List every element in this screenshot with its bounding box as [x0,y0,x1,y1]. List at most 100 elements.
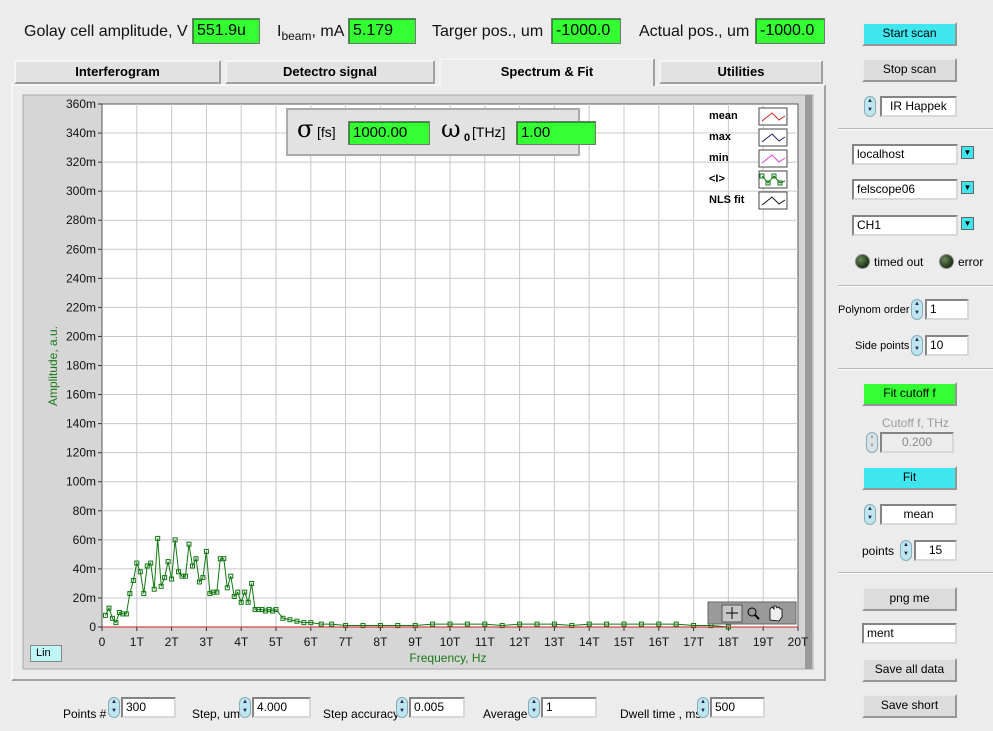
cutoff-field[interactable]: 0.200 [880,432,954,453]
x-tick-label: 6T [304,635,319,649]
y-tick-label: 200m [66,329,96,343]
legend-swatch [758,191,788,210]
fit-cutoff-button[interactable]: Fit cutoff f [862,382,957,406]
side-points-spinner[interactable]: ▲ ▼ [911,335,923,356]
fit-button[interactable]: Fit [862,466,957,490]
x-tick-label: 18T [718,635,739,649]
fit-mode-spinner[interactable]: ▲ ▼ [864,504,876,525]
sigma-value[interactable]: 1000.00 [348,121,430,145]
average-field[interactable]: 1 [541,697,597,718]
omega-symbol: ω [441,115,461,143]
x-tick-label: 0 [99,635,106,649]
step-field[interactable]: 4.000 [252,697,311,718]
y-tick-label: 320m [66,155,96,169]
average-label: Average [483,707,528,721]
separator [838,368,993,370]
y-tick-label: 160m [66,388,96,402]
save-short-button[interactable]: Save short [862,694,957,718]
spectrum-chart[interactable]: 0 20m 40m 60m 80m 100m 120m 140m 160m 180m 200m 220… [0,0,993,731]
x-tick-label: 16T [648,635,669,649]
source-spinner[interactable]: ▲ ▼ [864,96,876,117]
x-tick-label: 17T [683,635,704,649]
comment-field[interactable]: ment [862,623,957,644]
x-tick-label: 20T [788,635,809,649]
save-all-button[interactable]: Save all data [862,658,957,682]
dwell-time-spinner[interactable]: ▲ ▼ [697,697,709,718]
channel-dropdown-icon[interactable]: ▼ [961,217,974,230]
host-dropdown-icon[interactable]: ▼ [961,146,974,159]
omega-subscript: 0 [464,132,471,144]
omega-unit: [THz] [472,124,506,140]
side-points-field[interactable]: 10 [925,335,969,356]
points-count-label: Points # [63,707,107,721]
y-tick-label: 340m [66,126,96,140]
scope-dropdown-icon[interactable]: ▼ [961,181,974,194]
average-spinner[interactable]: ▲ ▼ [528,697,540,718]
y-tick-label: 0 [89,620,96,634]
x-tick-label: 9T [408,635,423,649]
start-scan-button[interactable]: Start scan [862,22,957,46]
y-tick-label: 240m [66,271,96,285]
dwell-time-field[interactable]: 500 [710,697,765,718]
graph-palette [707,601,797,625]
y-tick-label: 120m [66,446,96,460]
fit-mode-field[interactable]: mean [880,504,957,525]
y-tick-label: 260m [66,242,96,256]
x-tick-label: 14T [579,635,600,649]
png-button[interactable]: png me [862,587,957,611]
y-axis-label: Amplitude, a.u. [46,326,60,406]
x-tick-label: 1T [130,635,145,649]
legend-swatch [758,128,788,147]
y-tick-label: 360m [66,97,96,111]
tab-spectrum-fit[interactable]: Spectrum & Fit [439,58,655,86]
x-tick-label: 15T [614,635,635,649]
host-select[interactable]: localhost [852,144,958,165]
step-accuracy-label: Step accuracy [323,707,400,721]
cutoff-spinner[interactable]: ▲ ▼ [866,432,878,453]
scope-select[interactable]: felscope06 [852,179,958,200]
error-led [939,254,954,269]
sigma-symbol: σ [297,115,314,143]
step-accuracy-field[interactable]: 0.005 [409,697,465,718]
points-field[interactable]: 15 [914,540,957,561]
x-tick-label: 7T [339,635,354,649]
error-label: error [958,255,984,269]
polynom-order-field[interactable]: 1 [925,299,969,320]
channel-select[interactable]: CH1 [852,215,958,236]
stop-scan-button[interactable]: Stop scan [862,58,957,82]
points-count-field[interactable]: 300 [121,697,176,718]
legend-swatch [758,107,788,126]
step-spinner[interactable]: ▲ ▼ [239,697,251,718]
legend-label-intensity: <I> [709,173,725,185]
points-count-spinner[interactable]: ▲ ▼ [108,697,120,718]
points-spinner[interactable]: ▲ ▼ [900,540,912,561]
x-tick-label: 11T [475,635,495,649]
legend-label-max: max [709,131,732,143]
legend-swatch [758,149,788,168]
y-tick-label: 220m [66,300,96,314]
x-tick-label: 4T [234,635,249,649]
y-tick-label: 100m [66,475,96,489]
x-tick-label: 10T [440,635,461,649]
legend-label-min: min [709,152,729,164]
timed-out-label: timed out [874,255,924,269]
source-field[interactable]: IR Happek [880,96,957,117]
x-tick-label: 8T [373,635,388,649]
y-tick-label: 280m [66,213,96,227]
y-tick-label: 40m [73,562,96,576]
separator [838,128,993,130]
chart-frame-shadow [805,95,812,669]
polynom-order-spinner[interactable]: ▲ ▼ [911,299,923,320]
omega-value[interactable]: 1.00 [516,121,596,145]
y-tick-label: 20m [73,591,96,605]
cutoff-label: Cutoff f, THz [882,416,949,430]
scale-toggle[interactable]: Lin [30,645,62,662]
x-axis-label: Frequency, Hz [409,651,486,665]
x-tick-label: 19T [753,635,774,649]
x-tick-label: 3T [199,635,214,649]
step-accuracy-spinner[interactable]: ▲ ▼ [396,697,408,718]
x-tick-label: 2T [165,635,180,649]
y-tick-label: 180m [66,359,96,373]
separator [838,572,993,574]
step-label: Step, um [192,707,241,721]
